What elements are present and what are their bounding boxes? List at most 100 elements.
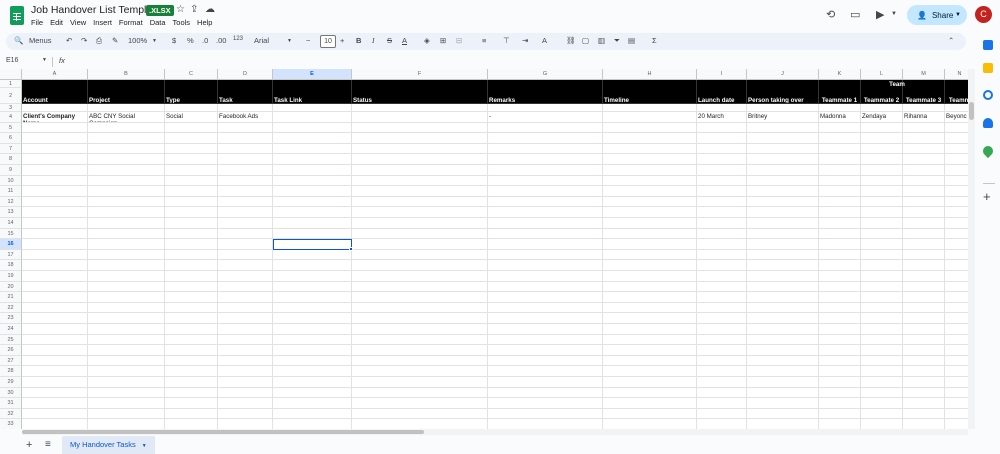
cell-H19[interactable] — [603, 271, 697, 282]
cell-N31[interactable] — [945, 398, 968, 409]
cell-A18[interactable] — [22, 260, 88, 271]
menus-search[interactable]: Menus — [29, 36, 52, 45]
cell-D5[interactable] — [218, 122, 273, 134]
cell-K12[interactable] — [819, 196, 861, 208]
cell-A20[interactable] — [22, 281, 88, 293]
cell-G21[interactable] — [488, 292, 603, 303]
cell-F10[interactable] — [352, 175, 488, 187]
cell-K13[interactable] — [819, 207, 861, 218]
cell-M26[interactable] — [903, 345, 945, 356]
cell-J15[interactable] — [747, 228, 819, 240]
cell-D17[interactable] — [218, 249, 273, 261]
cell-G3[interactable] — [488, 104, 603, 112]
header-cell-i[interactable]: Launch date — [697, 88, 747, 104]
share-button[interactable]: 👤 Share ▼ — [907, 5, 967, 25]
cell-N17[interactable] — [945, 250, 968, 261]
increase-decimal-button[interactable]: .00 — [216, 36, 226, 45]
header-cell-a[interactable]: Account — [22, 88, 88, 104]
header-cell-e[interactable]: Task Link — [273, 88, 352, 104]
cell-C18[interactable] — [165, 260, 218, 271]
cell-B1[interactable] — [88, 80, 165, 88]
cell-H20[interactable] — [603, 281, 697, 293]
cell-N8[interactable] — [945, 154, 968, 165]
cell-A21[interactable] — [22, 292, 88, 303]
cell-L33[interactable] — [861, 419, 903, 429]
cell-D7[interactable] — [218, 143, 273, 155]
cell-N30[interactable] — [945, 388, 968, 399]
decrease-decimal-button[interactable]: .0 — [202, 36, 208, 45]
cell-D28[interactable] — [218, 366, 273, 377]
cell-E1[interactable] — [273, 80, 352, 88]
cell-I11[interactable] — [697, 186, 747, 197]
filter-views-icon[interactable]: ▤ — [628, 36, 635, 45]
cell-H33[interactable] — [603, 419, 697, 429]
cell-A27[interactable] — [22, 355, 88, 367]
cell-M6[interactable] — [903, 133, 945, 144]
cell-H10[interactable] — [603, 175, 697, 187]
cell-B30[interactable] — [88, 387, 165, 399]
cell-E16[interactable] — [273, 239, 352, 250]
text-wrapping-icon[interactable]: ⇥ — [522, 36, 528, 45]
avatar[interactable]: C — [975, 6, 992, 23]
cell-K14[interactable] — [819, 218, 861, 229]
cell-B26[interactable] — [88, 345, 165, 356]
cell-K21[interactable] — [819, 292, 861, 303]
cell-D15[interactable] — [218, 228, 273, 240]
currency-format-button[interactable]: $ — [172, 36, 176, 45]
vertical-align-icon[interactable]: ⊤ — [503, 36, 510, 45]
cell-H8[interactable] — [603, 154, 697, 165]
row-header-31[interactable]: 31 — [0, 398, 22, 409]
document-title[interactable]: Job Handover List Template — [31, 4, 161, 16]
cell-B10[interactable] — [88, 175, 165, 187]
cell-G9[interactable] — [488, 165, 603, 176]
cell-H28[interactable] — [603, 366, 697, 377]
cell-B5[interactable] — [88, 122, 165, 134]
cell-B25[interactable] — [88, 334, 165, 346]
name-box-dropdown-icon[interactable]: ▼ — [42, 57, 47, 63]
row-header-19[interactable]: 19 — [0, 271, 22, 282]
cell-N21[interactable] — [945, 292, 968, 303]
cell-K27[interactable] — [819, 355, 861, 367]
zoom-select[interactable]: 100% — [128, 36, 147, 45]
move-folder-icon[interactable]: ⇪ — [190, 4, 198, 15]
cell-E17[interactable] — [273, 249, 352, 261]
cell-L24[interactable] — [861, 324, 903, 335]
cell-M13[interactable] — [903, 207, 945, 218]
cell-H13[interactable] — [603, 207, 697, 218]
cell-L6[interactable] — [861, 133, 903, 144]
cell-N27[interactable] — [945, 356, 968, 367]
cell-K4[interactable]: Madonna — [819, 112, 861, 123]
cell-J19[interactable] — [747, 271, 819, 282]
cell-A22[interactable] — [22, 302, 88, 314]
cell-B15[interactable] — [88, 228, 165, 240]
cell-F22[interactable] — [352, 302, 488, 314]
cell-K18[interactable] — [819, 260, 861, 271]
zoom-dropdown-icon[interactable]: ▼ — [152, 38, 157, 44]
cell-L25[interactable] — [861, 334, 903, 346]
cell-C4[interactable]: Social — [165, 112, 218, 123]
column-header-c[interactable]: C — [165, 69, 218, 80]
cell-K7[interactable] — [819, 143, 861, 155]
cell-G20[interactable] — [488, 281, 603, 293]
cell-I29[interactable] — [697, 377, 747, 388]
cell-E18[interactable] — [273, 260, 352, 271]
cell-C20[interactable] — [165, 281, 218, 293]
cell-A12[interactable] — [22, 196, 88, 208]
cell-D23[interactable] — [218, 313, 273, 324]
column-header-f[interactable]: F — [352, 69, 488, 80]
cell-D11[interactable] — [218, 186, 273, 197]
cell-K23[interactable] — [819, 313, 861, 324]
cell-H21[interactable] — [603, 292, 697, 303]
comments-icon[interactable]: ▭ — [850, 8, 860, 21]
merge-cells-icon[interactable]: ⊟ — [456, 36, 462, 45]
cell-F3[interactable] — [352, 104, 488, 112]
row-header-9[interactable]: 9 — [0, 165, 22, 176]
cell-L5[interactable] — [861, 122, 903, 134]
cell-E31[interactable] — [273, 398, 352, 409]
strikethrough-button[interactable]: S — [387, 36, 392, 45]
cell-F20[interactable] — [352, 281, 488, 293]
cell-E4[interactable] — [273, 112, 352, 123]
column-header-b[interactable]: B — [88, 69, 165, 80]
cell-C5[interactable] — [165, 122, 218, 134]
cell-B14[interactable] — [88, 218, 165, 229]
